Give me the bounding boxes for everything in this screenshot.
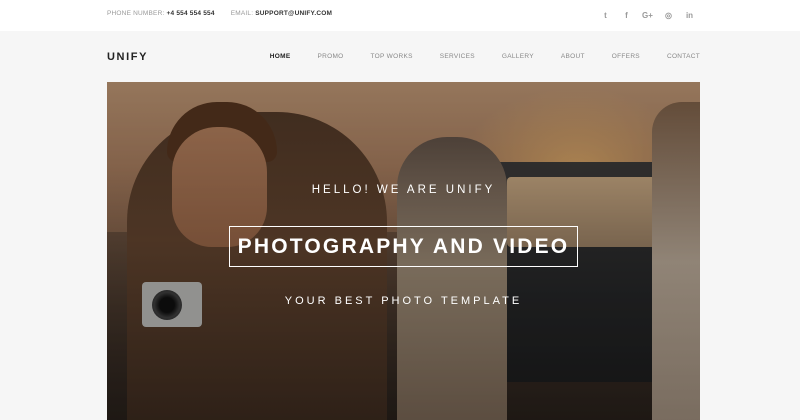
site-header: UNIFY HOME PROMO TOP WORKS SERVICES GALL… [0, 31, 800, 82]
hero-tagline: HELLO! WE ARE UNIFY [311, 184, 496, 196]
hero-title: PHOTOGRAPHY AND VIDEO [237, 234, 570, 258]
phone-label: PHONE NUMBER: [107, 10, 165, 17]
hero-banner: HELLO! WE ARE UNIFY PHOTOGRAPHY AND VIDE… [107, 82, 700, 420]
contact-info: PHONE NUMBER: +4 554 554 554 EMAIL: SUPP… [107, 10, 332, 17]
instagram-icon[interactable]: ◎ [658, 7, 679, 23]
nav-about[interactable]: ABOUT [561, 53, 585, 60]
main-nav: HOME PROMO TOP WORKS SERVICES GALLERY AB… [243, 53, 700, 60]
linkedin-icon[interactable]: in [679, 7, 700, 23]
logo[interactable]: UNIFY [107, 51, 148, 63]
hero-text: HELLO! WE ARE UNIFY PHOTOGRAPHY AND VIDE… [107, 82, 700, 420]
hero-subtitle: YOUR BEST PHOTO TEMPLATE [284, 295, 523, 307]
google-plus-icon[interactable]: G+ [637, 7, 658, 23]
phone-info: PHONE NUMBER: +4 554 554 554 [107, 10, 215, 17]
nav-top-works[interactable]: TOP WORKS [371, 53, 413, 60]
facebook-icon[interactable]: f [616, 7, 637, 23]
email-info: EMAIL: SUPPORT@UNIFY.COM [231, 10, 332, 17]
phone-number[interactable]: +4 554 554 554 [167, 10, 215, 17]
nav-home[interactable]: HOME [270, 53, 291, 60]
twitter-icon[interactable]: t [595, 7, 616, 23]
hero-title-box: PHOTOGRAPHY AND VIDEO [229, 226, 578, 267]
email-label: EMAIL: [230, 10, 254, 17]
nav-offers[interactable]: OFFERS [612, 53, 640, 60]
social-links: t f G+ ◎ in [595, 7, 700, 23]
nav-promo[interactable]: PROMO [317, 53, 343, 60]
email-address[interactable]: SUPPORT@UNIFY.COM [255, 10, 332, 17]
nav-services[interactable]: SERVICES [440, 53, 475, 60]
nav-gallery[interactable]: GALLERY [502, 53, 534, 60]
nav-contact[interactable]: CONTACT [667, 53, 700, 60]
top-bar: PHONE NUMBER: +4 554 554 554 EMAIL: SUPP… [0, 0, 800, 31]
